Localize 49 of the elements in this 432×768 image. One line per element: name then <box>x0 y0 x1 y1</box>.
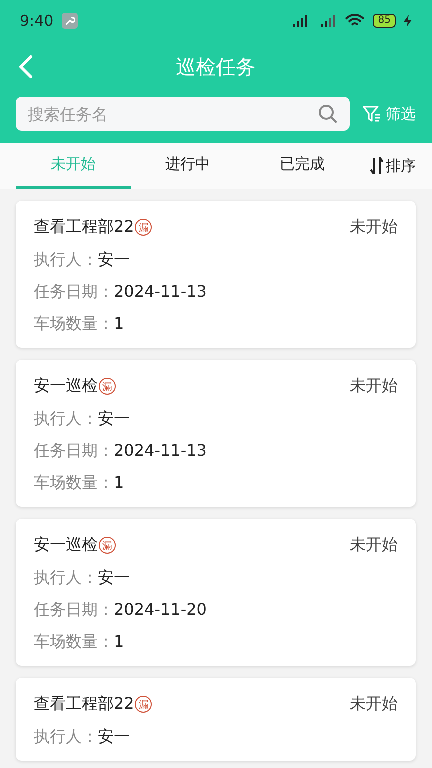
task-status: 未开始 <box>350 535 398 556</box>
task-card[interactable]: 安一巡检 漏 未开始 执行人：安一 任务日期：2024-11-20 车场数量：1 <box>16 519 416 666</box>
field-value: 安一 <box>98 567 130 588</box>
wifi-icon <box>345 14 366 28</box>
task-status: 未开始 <box>350 217 398 238</box>
task-card[interactable]: 查看工程部22 漏 未开始 执行人：安一 任务日期：2024-11-13 车场数量：1 <box>16 201 416 348</box>
task-title: 安一巡检 <box>34 376 98 397</box>
search-field[interactable]: 搜索任务名 <box>16 97 350 131</box>
battery-icon: 85 <box>373 14 396 28</box>
page-title: 巡检任务 <box>176 54 256 80</box>
field-label: 任务日期： <box>34 599 114 620</box>
missed-badge: 漏 <box>135 696 152 713</box>
tab[interactable]: 进行中 <box>130 143 246 189</box>
task-card[interactable]: 安一巡检 漏 未开始 执行人：安一 任务日期：2024-11-13 车场数量：1 <box>16 360 416 507</box>
charging-icon <box>404 15 412 27</box>
sort-icon <box>370 157 384 175</box>
task-title: 查看工程部22 <box>34 217 134 238</box>
missed-badge: 漏 <box>135 219 152 236</box>
field-value: 1 <box>114 472 124 493</box>
field-label: 车场数量： <box>34 631 114 652</box>
tab[interactable]: 已完成 <box>245 143 360 189</box>
field-value: 1 <box>114 631 124 652</box>
filter-icon <box>362 104 382 124</box>
field-value: 安一 <box>98 408 130 429</box>
field-value: 2024-11-13 <box>114 281 207 302</box>
task-card[interactable]: 查看工程部22 漏 未开始 执行人：安一 <box>16 678 416 761</box>
task-status: 未开始 <box>350 694 398 715</box>
sort-button[interactable]: 排序 <box>370 143 416 189</box>
clock: 9:40 <box>20 12 54 30</box>
field-label: 执行人： <box>34 567 98 588</box>
field-value: 2024-11-13 <box>114 440 207 461</box>
task-status: 未开始 <box>350 376 398 397</box>
field-label: 车场数量： <box>34 472 114 493</box>
wrench-icon <box>62 13 78 29</box>
field-label: 执行人： <box>34 408 98 429</box>
task-title: 安一巡检 <box>34 535 98 556</box>
field-value: 2024-11-20 <box>114 599 207 620</box>
field-value: 安一 <box>98 249 130 270</box>
field-label: 执行人： <box>34 249 98 270</box>
field-value: 安一 <box>98 726 130 747</box>
search-icon <box>318 104 338 124</box>
missed-badge: 漏 <box>99 537 116 554</box>
field-label: 车场数量： <box>34 313 114 334</box>
missed-badge: 漏 <box>99 378 116 395</box>
field-label: 任务日期： <box>34 281 114 302</box>
field-label: 执行人： <box>34 726 98 747</box>
field-label: 任务日期： <box>34 440 114 461</box>
task-title: 查看工程部22 <box>34 694 134 715</box>
field-value: 1 <box>114 313 124 334</box>
